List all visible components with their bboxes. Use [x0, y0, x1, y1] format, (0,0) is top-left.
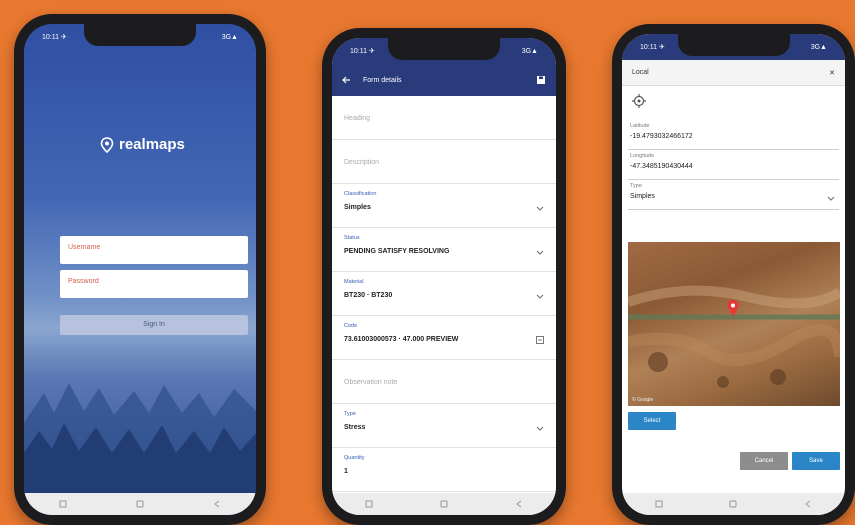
form-field-row[interactable]: Material BT230 · BT230	[332, 272, 556, 316]
field-label: Quantity	[344, 455, 365, 461]
recents-icon[interactable]	[56, 499, 70, 509]
android-nav-bar	[24, 493, 256, 515]
dialog-title: Local	[632, 69, 649, 76]
chevron-down-icon[interactable]	[827, 194, 835, 202]
app-logo: realmaps	[100, 136, 185, 153]
select-button[interactable]: Select	[628, 412, 676, 430]
form-field-row[interactable]: Classification Simples	[332, 184, 556, 228]
map-pin-icon	[100, 136, 114, 153]
field-value: 73.61003000573 · 47.000 PREVIEW	[344, 336, 459, 343]
field-value: BT230 · BT230	[344, 292, 393, 299]
gps-row	[622, 86, 845, 120]
notch	[84, 24, 196, 46]
field-label: Type	[630, 183, 642, 189]
map-marker-icon	[727, 300, 739, 316]
field-value: -47.3485190430444	[630, 163, 693, 170]
recents-icon[interactable]	[652, 499, 666, 509]
field-label: Material	[344, 279, 364, 285]
field-value: 1	[344, 468, 348, 475]
chevron-down-icon[interactable]	[536, 248, 544, 256]
form-field-row[interactable]: Observation note	[332, 360, 556, 404]
home-icon[interactable]	[437, 499, 451, 509]
android-nav-bar	[622, 493, 845, 515]
chevron-down-icon[interactable]	[536, 424, 544, 432]
password-field[interactable]: Password	[60, 270, 248, 298]
login-button[interactable]: Sign In	[60, 315, 248, 335]
field-placeholder: Description	[344, 159, 380, 166]
back-arrow-icon[interactable]	[342, 76, 351, 84]
close-icon[interactable]: ✕	[829, 69, 835, 77]
phone-login: 10:11 ✈ 3G▲ realmaps Username Password S…	[14, 14, 266, 525]
status-signal: 3G▲	[810, 43, 827, 51]
notch	[677, 34, 790, 56]
form-screen: 10:11 ✈ 3G▲ Form details Heading Descript…	[332, 38, 556, 515]
field-value: -19.4793032466172	[630, 133, 693, 140]
field-value: PENDING SATISFY RESOLVING	[344, 248, 450, 255]
field-label: Status	[344, 235, 360, 241]
field-value: Simples	[344, 204, 371, 211]
form-field-row[interactable]: Heading	[332, 96, 556, 140]
form-field-row[interactable]: Status PENDING SATISFY RESOLVING	[332, 228, 556, 272]
field-label: Longitude	[630, 153, 655, 159]
recents-icon[interactable]	[362, 499, 376, 509]
save-icon[interactable]	[536, 75, 546, 85]
form-field-row[interactable]: Type Stress	[332, 404, 556, 448]
status-signal: 3G▲	[521, 47, 538, 55]
form-field-row[interactable]: Quantity 1	[332, 448, 556, 492]
location-field[interactable]: Latitude -19.4793032466172	[628, 120, 839, 150]
back-icon[interactable]	[512, 499, 526, 509]
field-placeholder: Observation note	[344, 379, 398, 386]
chevron-down-icon[interactable]	[536, 292, 544, 300]
location-fields: Latitude -19.4793032466172 Longitude -47.34…	[622, 120, 845, 210]
cancel-button[interactable]: Cancel	[740, 452, 788, 470]
notch	[388, 38, 500, 60]
field-label: Type	[344, 411, 356, 417]
appbar-title: Form details	[363, 76, 402, 84]
form-fields: Heading Description Classification Simples S…	[332, 96, 556, 492]
status-signal: 3G▲	[221, 33, 238, 41]
form-field-row[interactable]: Description	[332, 140, 556, 184]
gps-target-icon[interactable]	[632, 94, 646, 108]
forest-illustration	[24, 383, 256, 493]
home-icon[interactable]	[133, 499, 147, 509]
field-label: Latitude	[630, 123, 650, 129]
status-time: 10:11 ✈	[42, 34, 67, 41]
username-field[interactable]: Username	[60, 236, 248, 264]
phone-location: 10:11 ✈ 3G▲ Local ✕ Latitude -19.47930324…	[612, 24, 855, 525]
status-time: 10:11 ✈	[640, 44, 665, 51]
save-button[interactable]: Save	[792, 452, 840, 470]
scan-icon[interactable]	[536, 336, 544, 344]
field-placeholder: Heading	[344, 115, 371, 122]
satellite-map[interactable]: © Google	[628, 242, 840, 406]
dialog-header: Local ✕	[622, 60, 845, 86]
location-field[interactable]: Longitude -47.3485190430444	[628, 150, 839, 180]
field-label: Code	[344, 323, 358, 329]
logo-text: realmaps	[119, 136, 185, 153]
back-icon[interactable]	[801, 499, 815, 509]
chevron-down-icon[interactable]	[536, 204, 544, 212]
location-screen: 10:11 ✈ 3G▲ Local ✕ Latitude -19.47930324…	[622, 34, 845, 515]
home-icon[interactable]	[726, 499, 740, 509]
field-value: Simples	[630, 193, 655, 200]
android-nav-bar	[332, 493, 556, 515]
field-value: Stress	[344, 424, 366, 431]
location-field[interactable]: Type Simples	[628, 180, 839, 210]
back-icon[interactable]	[210, 499, 224, 509]
phone-form: 10:11 ✈ 3G▲ Form details Heading Descript…	[322, 28, 566, 525]
map-terrain	[628, 285, 840, 388]
login-screen: 10:11 ✈ 3G▲ realmaps Username Password S…	[24, 24, 256, 515]
app-bar: Form details	[332, 64, 556, 96]
field-label: Classification	[344, 191, 377, 197]
map-attribution: © Google	[632, 397, 654, 403]
form-field-row[interactable]: Code 73.61003000573 · 47.000 PREVIEW	[332, 316, 556, 360]
status-time: 10:11 ✈	[350, 48, 375, 55]
